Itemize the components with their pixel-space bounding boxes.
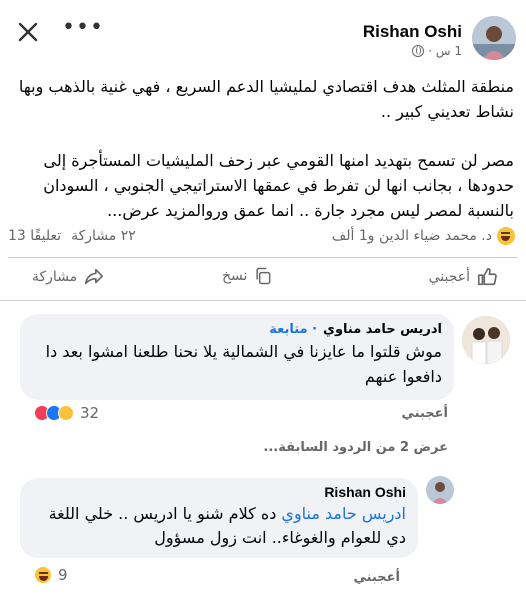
copy-label: نسخ (222, 268, 248, 284)
share-icon (85, 268, 104, 285)
comment-reactions[interactable]: 9 (34, 566, 68, 584)
post-time: 1 س · (428, 44, 462, 58)
share-button[interactable]: مشاركة (32, 266, 105, 288)
haha-reaction-icon (58, 405, 74, 421)
post-paragraph-2: مصر لن تسمح بتهديد امنها القومي عبر زحف … (10, 148, 514, 223)
comment-like-button[interactable]: أعجبني (354, 570, 400, 585)
comment-bubble: ادريس حامد مناوي · متابعة موش قلتوا ما ع… (20, 314, 454, 400)
reactions-text: د. محمد ضياء الدين و1 ألف (331, 228, 492, 244)
share-count[interactable]: ٢٢ مشاركة (71, 228, 136, 244)
comment-header: ادريس حامد مناوي · متابعة (32, 322, 442, 337)
haha-reaction-icon (496, 226, 516, 246)
post-paragraph-1: منطقة المثلث هدف اقتصادي لمليشيا الدعم ا… (18, 77, 514, 121)
mention-link[interactable]: ادريس حامد مناوي (281, 504, 406, 523)
close-button[interactable] (14, 18, 42, 46)
like-button[interactable]: أعجبني (429, 266, 498, 288)
divider (0, 300, 526, 301)
globe-icon (412, 45, 425, 57)
comment-avatar[interactable] (426, 476, 454, 504)
comment-count[interactable]: 13 تعليقًا (8, 228, 61, 244)
haha-reaction-icon (34, 566, 52, 584)
comment-author[interactable]: Rishan Oshi (32, 484, 406, 500)
comment-like-button[interactable]: أعجبني (402, 406, 448, 421)
comment-avatar[interactable] (462, 316, 510, 364)
avatar-image (462, 316, 510, 364)
author-name[interactable]: Rishan Oshi (363, 22, 462, 42)
like-label: أعجبني (428, 269, 470, 285)
comment-author[interactable]: ادريس حامد مناوي (323, 322, 442, 337)
like-icon (477, 267, 497, 286)
avatar-image (472, 16, 516, 60)
comment-bubble: Rishan Oshi ادريس حامد مناوي ده كلام شنو… (20, 478, 418, 558)
counts: 13 تعليقًا ٢٢ مشاركة (8, 228, 136, 244)
divider (8, 257, 518, 258)
post-text: منطقة المثلث هدف اقتصادي لمليشيا الدعم ا… (10, 74, 514, 223)
see-more-link[interactable]: عرض... (107, 201, 160, 220)
reactions-summary[interactable]: د. محمد ضياء الدين و1 ألف (332, 226, 516, 246)
view-more-replies[interactable]: عرض 2 من الردود السابقة... (263, 440, 448, 455)
comment-text: موش قلتوا ما عايزنا في الشمالية يلا نحنا… (45, 342, 442, 386)
post-meta: 1 س · (412, 44, 462, 58)
copy-icon (256, 267, 271, 285)
more-options-button[interactable]: ••• (62, 17, 103, 42)
author-avatar[interactable] (472, 16, 516, 60)
action-bar: أعجبني نسخ مشاركة (0, 266, 526, 292)
reaction-count: 9 (58, 566, 68, 584)
copy-button[interactable]: نسخ (222, 266, 273, 286)
post-stats: د. محمد ضياء الدين و1 ألف 13 تعليقًا ٢٢ … (8, 226, 516, 250)
reaction-count: 32 (80, 404, 100, 422)
comment-reactions[interactable]: 32 (34, 404, 99, 422)
avatar-image (426, 476, 454, 504)
close-icon (18, 22, 38, 42)
follow-link[interactable]: · متابعة (269, 322, 317, 337)
comment-text: ادريس حامد مناوي ده كلام شنو يا ادريس ..… (32, 502, 406, 550)
more-icon: ••• (62, 15, 104, 40)
share-label: مشاركة (32, 269, 78, 285)
